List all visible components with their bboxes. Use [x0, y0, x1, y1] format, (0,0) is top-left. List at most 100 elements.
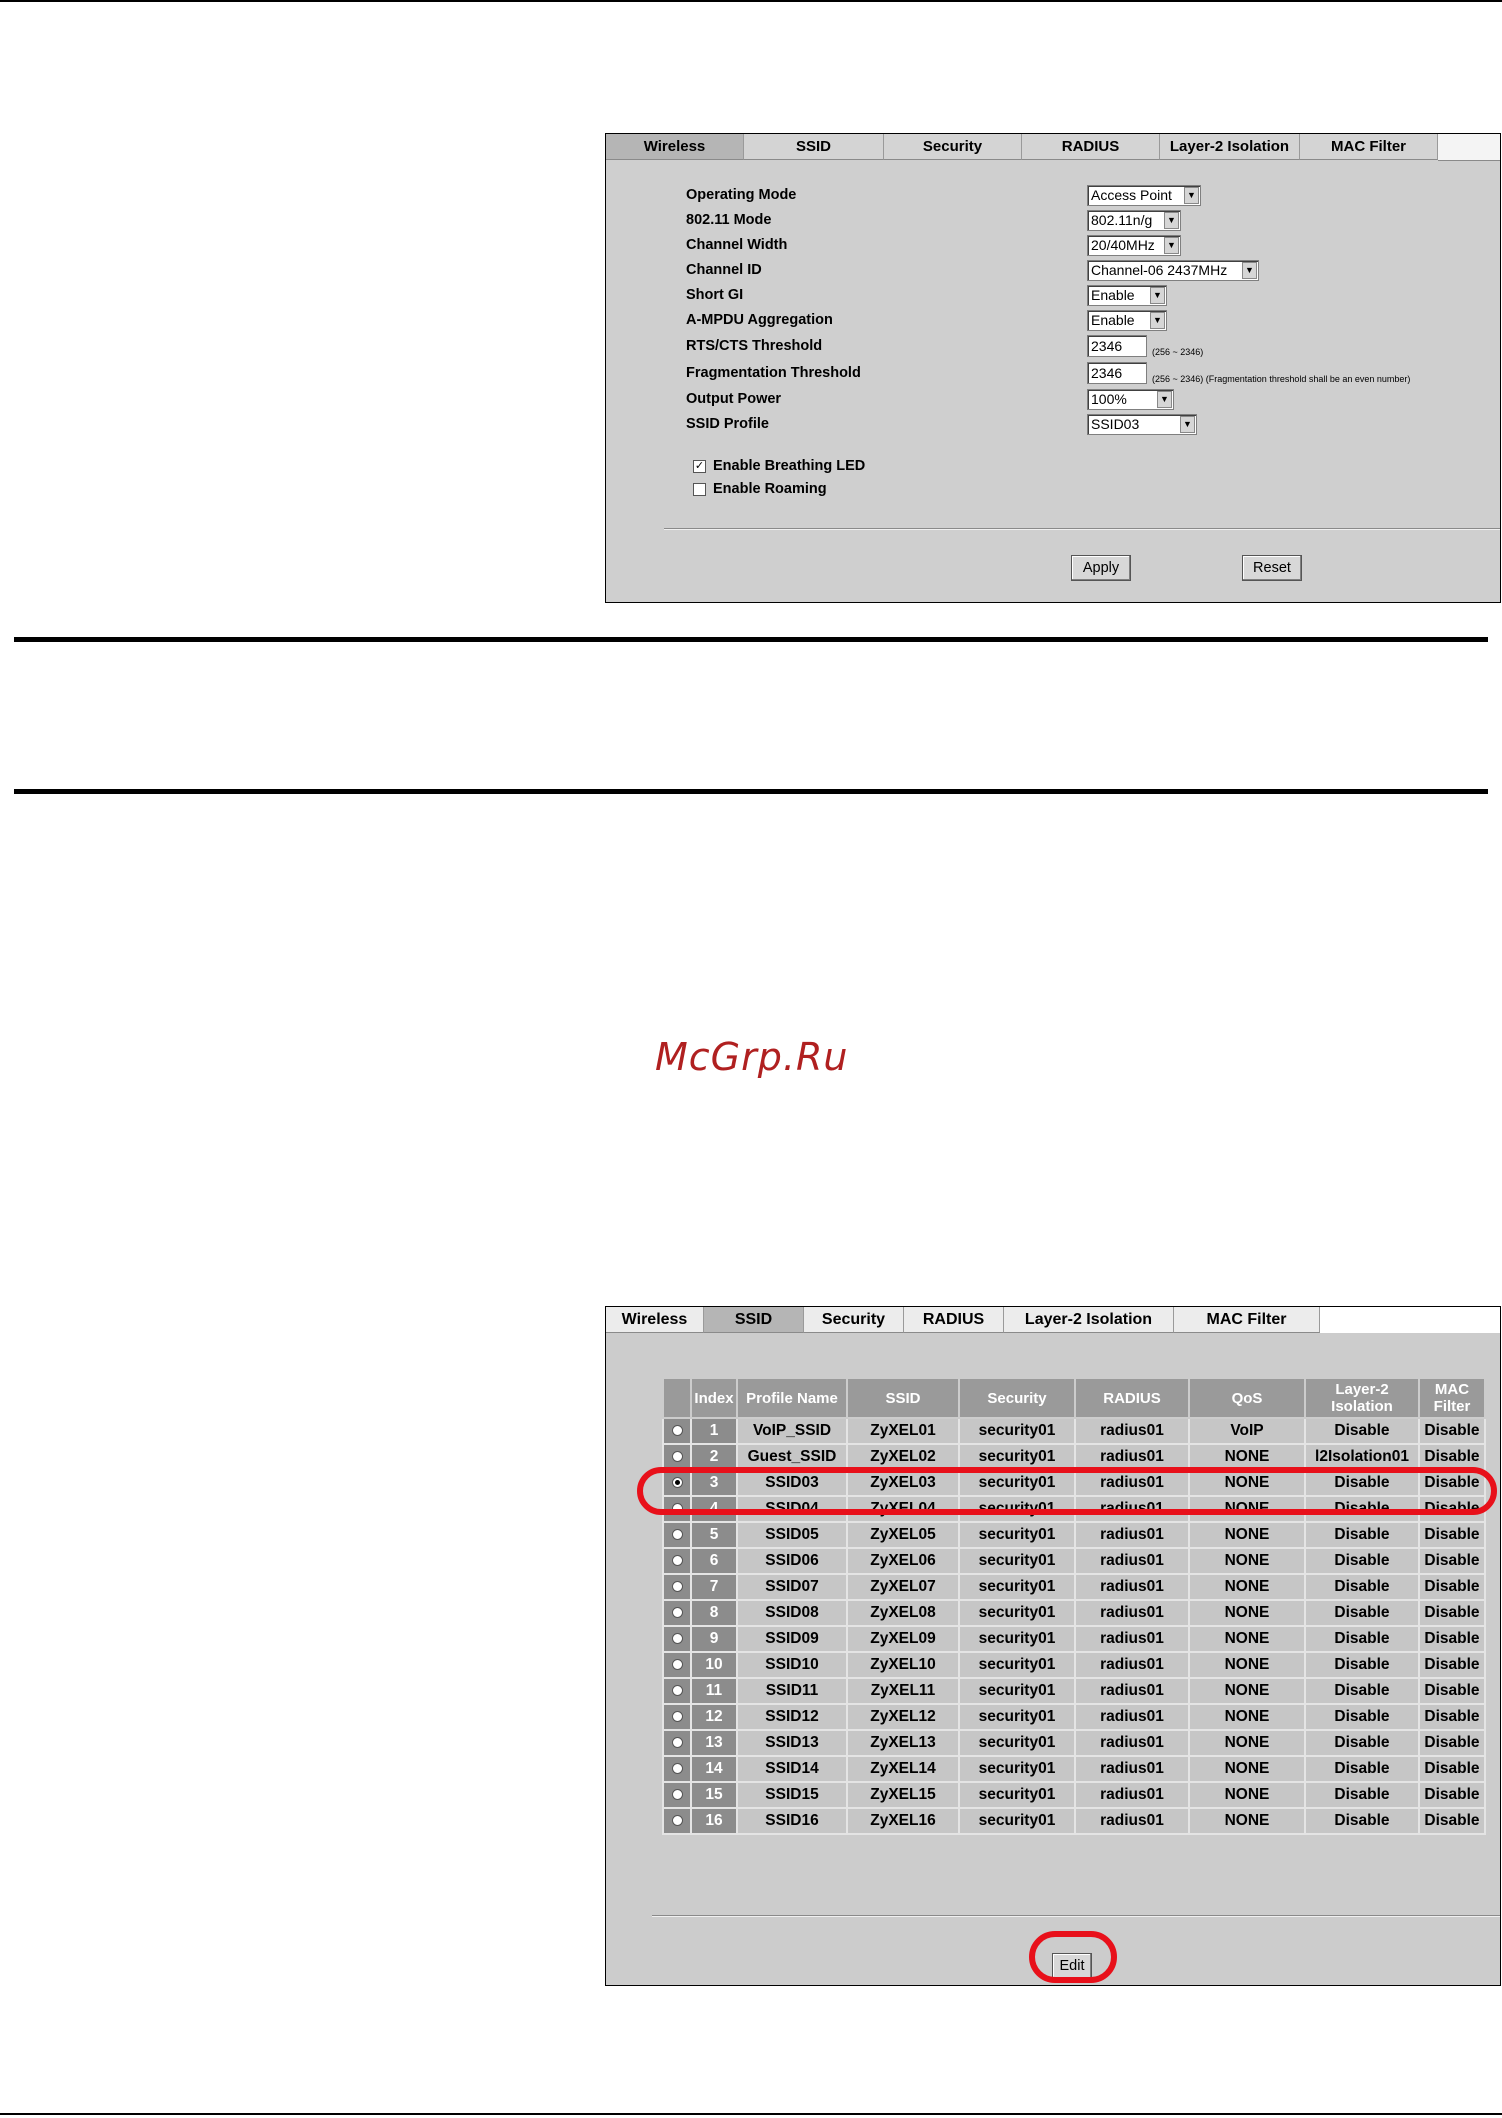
col-header-qos: QoS: [1188, 1377, 1306, 1419]
apply-button[interactable]: Apply: [1071, 555, 1131, 581]
roaming-checkbox[interactable]: [693, 483, 706, 496]
dropdown-arrow-icon: ▼: [1150, 287, 1165, 304]
cell-security: security01: [958, 1599, 1076, 1627]
channel-width-select[interactable]: 20/40MHz ▼: [1087, 235, 1181, 256]
cell-radius: radius01: [1074, 1547, 1190, 1575]
fragmentation-input[interactable]: 2346: [1087, 362, 1147, 384]
ssid-profile-select[interactable]: SSID03 ▼: [1087, 414, 1197, 435]
cell-radius: radius01: [1074, 1417, 1190, 1445]
row-select-radio[interactable]: [671, 1685, 683, 1697]
row-select-radio[interactable]: [671, 1711, 683, 1723]
table-row[interactable]: 14 SSID14 ZyXEL14 security01 radius01 NONE Dis…: [662, 1755, 1486, 1783]
cell-mac-filter: Disable: [1418, 1651, 1486, 1679]
breathing-led-checkbox[interactable]: ✓: [693, 460, 706, 473]
table-row[interactable]: 11 SSID11 ZyXEL11 security01 radius01 NONE Dis…: [662, 1677, 1486, 1705]
cell-profile-name: SSID09: [736, 1625, 848, 1653]
tab-wireless[interactable]: Wireless: [606, 134, 744, 160]
col-header-ssid: SSID: [846, 1377, 960, 1419]
row-select-radio[interactable]: [671, 1607, 683, 1619]
table-row[interactable]: 7 SSID07 ZyXEL07 security01 radius01 NONE Disa…: [662, 1573, 1486, 1601]
short-gi-value: Enable: [1091, 287, 1135, 303]
mode-80211-value: 802.11n/g: [1091, 212, 1153, 228]
cell-radius: radius01: [1074, 1703, 1190, 1731]
operating-mode-select[interactable]: Access Point ▼: [1087, 185, 1201, 206]
cell-qos: NONE: [1188, 1443, 1306, 1471]
row-select-radio[interactable]: [671, 1763, 683, 1775]
row-select-radio[interactable]: [671, 1425, 683, 1437]
cell-qos: NONE: [1188, 1755, 1306, 1783]
row-select-cell: [662, 1625, 692, 1653]
tab-layer2-isolation[interactable]: Layer-2 Isolation: [1004, 1307, 1174, 1333]
row-select-radio[interactable]: [671, 1659, 683, 1671]
ssid-list-panel: Wireless SSID Security RADIUS Layer-2 Is…: [605, 1306, 1501, 1986]
row-select-cell: [662, 1599, 692, 1627]
rts-cts-input[interactable]: 2346: [1087, 335, 1147, 357]
cell-index: 9: [690, 1625, 738, 1653]
tab-wireless[interactable]: Wireless: [606, 1307, 704, 1333]
row-select-radio[interactable]: [671, 1737, 683, 1749]
table-row[interactable]: 3 SSID03 ZyXEL03 security01 radius01 NONE Disa…: [662, 1469, 1486, 1497]
channel-id-select[interactable]: Channel-06 2437MHz ▼: [1087, 260, 1259, 281]
cell-ssid: ZyXEL10: [846, 1651, 960, 1679]
tab-radius[interactable]: RADIUS: [904, 1307, 1004, 1333]
tab-security[interactable]: Security: [884, 134, 1022, 160]
row-select-radio[interactable]: [671, 1815, 683, 1827]
table-row[interactable]: 15 SSID15 ZyXEL15 security01 radius01 NONE Dis…: [662, 1781, 1486, 1809]
row-select-cell: [662, 1495, 692, 1523]
table-row[interactable]: 6 SSID06 ZyXEL06 security01 radius01 NONE Disa…: [662, 1547, 1486, 1575]
tab-ssid[interactable]: SSID: [704, 1307, 804, 1333]
row-select-cell: [662, 1469, 692, 1497]
cell-security: security01: [958, 1729, 1076, 1757]
row-select-radio[interactable]: [671, 1633, 683, 1645]
table-row[interactable]: 9 SSID09 ZyXEL09 security01 radius01 NONE Disa…: [662, 1625, 1486, 1653]
cell-layer2-isolation: Disable: [1304, 1625, 1420, 1653]
edit-button[interactable]: Edit: [1052, 1953, 1092, 1979]
table-row[interactable]: 8 SSID08 ZyXEL08 security01 radius01 NONE Disa…: [662, 1599, 1486, 1627]
cell-security: security01: [958, 1495, 1076, 1523]
table-row[interactable]: 4 SSID04 ZyXEL04 security01 radius01 NONE Disa…: [662, 1495, 1486, 1523]
row-select-radio[interactable]: [671, 1555, 683, 1567]
cell-qos: NONE: [1188, 1547, 1306, 1575]
reset-button[interactable]: Reset: [1242, 555, 1302, 581]
row-select-radio[interactable]: [671, 1789, 683, 1801]
cell-index: 8: [690, 1599, 738, 1627]
tab-mac-filter[interactable]: MAC Filter: [1174, 1307, 1320, 1333]
tab-security[interactable]: Security: [804, 1307, 904, 1333]
row-select-radio[interactable]: [671, 1503, 683, 1515]
cell-index: 12: [690, 1703, 738, 1731]
ssid-table: Index Profile Name SSID Security RADIUS …: [662, 1377, 1486, 1835]
mode-80211-select[interactable]: 802.11n/g ▼: [1087, 210, 1181, 231]
cell-mac-filter: Disable: [1418, 1703, 1486, 1731]
cell-index: 5: [690, 1521, 738, 1549]
tab-mac-filter[interactable]: MAC Filter: [1300, 134, 1438, 160]
dropdown-arrow-icon: ▼: [1184, 187, 1199, 204]
row-select-radio[interactable]: [671, 1477, 683, 1489]
output-power-select[interactable]: 100% ▼: [1087, 389, 1174, 410]
table-row[interactable]: 10 SSID10 ZyXEL10 security01 radius01 NONE Dis…: [662, 1651, 1486, 1679]
table-row[interactable]: 1 VoIP_SSID ZyXEL01 security01 radius01 VoIP D…: [662, 1417, 1486, 1445]
cell-layer2-isolation: Disable: [1304, 1599, 1420, 1627]
cell-qos: NONE: [1188, 1599, 1306, 1627]
tab-ssid[interactable]: SSID: [744, 134, 884, 160]
cell-layer2-isolation: Disable: [1304, 1755, 1420, 1783]
table-row[interactable]: 5 SSID05 ZyXEL05 security01 radius01 NONE Disa…: [662, 1521, 1486, 1549]
table-row[interactable]: 16 SSID16 ZyXEL16 security01 radius01 NONE Dis…: [662, 1807, 1486, 1835]
cell-mac-filter: Disable: [1418, 1625, 1486, 1653]
ampdu-select[interactable]: Enable ▼: [1087, 310, 1167, 331]
tab-layer2-isolation[interactable]: Layer-2 Isolation: [1160, 134, 1300, 160]
row-select-radio[interactable]: [671, 1581, 683, 1593]
table-row[interactable]: 12 SSID12 ZyXEL12 security01 radius01 NONE Dis…: [662, 1703, 1486, 1731]
row-select-radio[interactable]: [671, 1529, 683, 1541]
row-select-cell: [662, 1781, 692, 1809]
cell-index: 6: [690, 1547, 738, 1575]
col-header-layer2-isolation: Layer-2 Isolation: [1304, 1377, 1420, 1419]
cell-layer2-isolation: Disable: [1304, 1417, 1420, 1445]
cell-mac-filter: Disable: [1418, 1677, 1486, 1705]
table-row[interactable]: 2 Guest_SSID ZyXEL02 security01 radius01 NONE…: [662, 1443, 1486, 1471]
row-select-radio[interactable]: [671, 1451, 683, 1463]
tab-radius[interactable]: RADIUS: [1022, 134, 1160, 160]
cell-mac-filter: Disable: [1418, 1547, 1486, 1575]
short-gi-select[interactable]: Enable ▼: [1087, 285, 1167, 306]
table-row[interactable]: 13 SSID13 ZyXEL13 security01 radius01 NONE Dis…: [662, 1729, 1486, 1757]
ssid-table-body: 1 VoIP_SSID ZyXEL01 security01 radius01 VoIP D…: [662, 1417, 1486, 1835]
